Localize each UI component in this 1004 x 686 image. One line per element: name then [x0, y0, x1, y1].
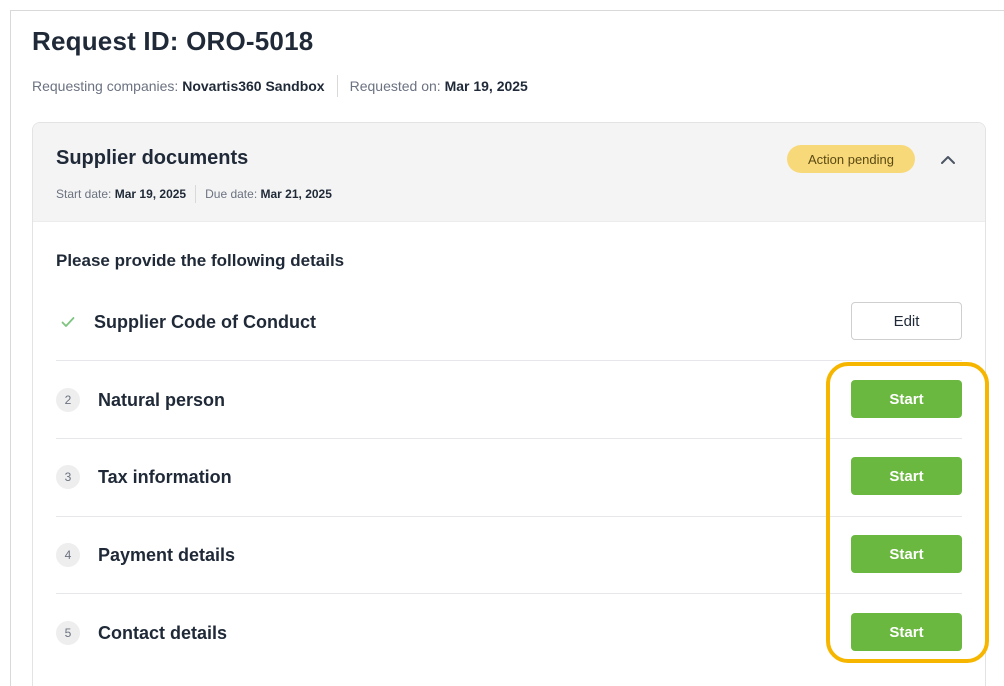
- due-date-label: Due date:: [205, 187, 258, 201]
- collapse-button[interactable]: [933, 145, 963, 175]
- item-divider: [56, 593, 962, 594]
- list-item-contact-details: 5 Contact details: [56, 621, 962, 645]
- card-title: Supplier documents: [56, 147, 249, 169]
- start-button-contact-details[interactable]: Start: [851, 613, 962, 651]
- start-button-natural-person[interactable]: Start: [851, 380, 962, 418]
- step-number: 4: [56, 543, 80, 567]
- companies-value: Novartis360 Sandbox: [182, 78, 325, 94]
- section-heading: Please provide the following details: [56, 251, 345, 270]
- date-divider: [195, 185, 197, 203]
- item-label: Natural person: [98, 389, 226, 410]
- requested-value: Mar 19, 2025: [444, 78, 528, 94]
- page-title: Request ID: ORO-5018: [32, 26, 314, 56]
- start-button-tax-information[interactable]: Start: [851, 457, 962, 495]
- start-date-label: Start date:: [56, 187, 112, 201]
- card-header[interactable]: Supplier documents Start date: Mar 19, 2…: [33, 123, 985, 222]
- list-item-supplier-code-of-conduct: Supplier Code of Conduct: [56, 310, 962, 334]
- item-label: Contact details: [98, 622, 228, 643]
- requested-label: Requested on:: [349, 78, 441, 94]
- item-divider: [56, 360, 962, 361]
- step-number: 5: [56, 621, 80, 645]
- start-button-payment-details[interactable]: Start: [851, 535, 962, 573]
- companies-label: Requesting companies:: [32, 78, 179, 94]
- item-label: Tax information: [98, 466, 232, 487]
- item-divider: [56, 516, 962, 517]
- item-divider: [56, 438, 962, 439]
- request-meta: Requesting companies: Novartis360 Sandbo…: [32, 75, 528, 97]
- meta-divider: [336, 75, 338, 97]
- status-badge: Action pending: [787, 145, 915, 173]
- check-icon: [56, 310, 80, 334]
- due-date-value: Mar 21, 2025: [260, 187, 332, 201]
- item-label: Payment details: [98, 544, 236, 565]
- item-label: Supplier Code of Conduct: [94, 311, 316, 332]
- supplier-documents-card: Supplier documents Start date: Mar 19, 2…: [32, 122, 986, 686]
- step-number: 3: [56, 465, 80, 489]
- card-dates: Start date: Mar 19, 2025 Due date: Mar 2…: [56, 185, 332, 203]
- list-item-payment-details: 4 Payment details: [56, 543, 962, 567]
- step-number: 2: [56, 388, 80, 412]
- chevron-up-icon: [941, 156, 955, 164]
- start-date-value: Mar 19, 2025: [114, 187, 187, 201]
- list-item-natural-person: 2 Natural person: [56, 388, 962, 412]
- list-item-tax-information: 3 Tax information: [56, 465, 962, 489]
- edit-button[interactable]: Edit: [851, 302, 962, 340]
